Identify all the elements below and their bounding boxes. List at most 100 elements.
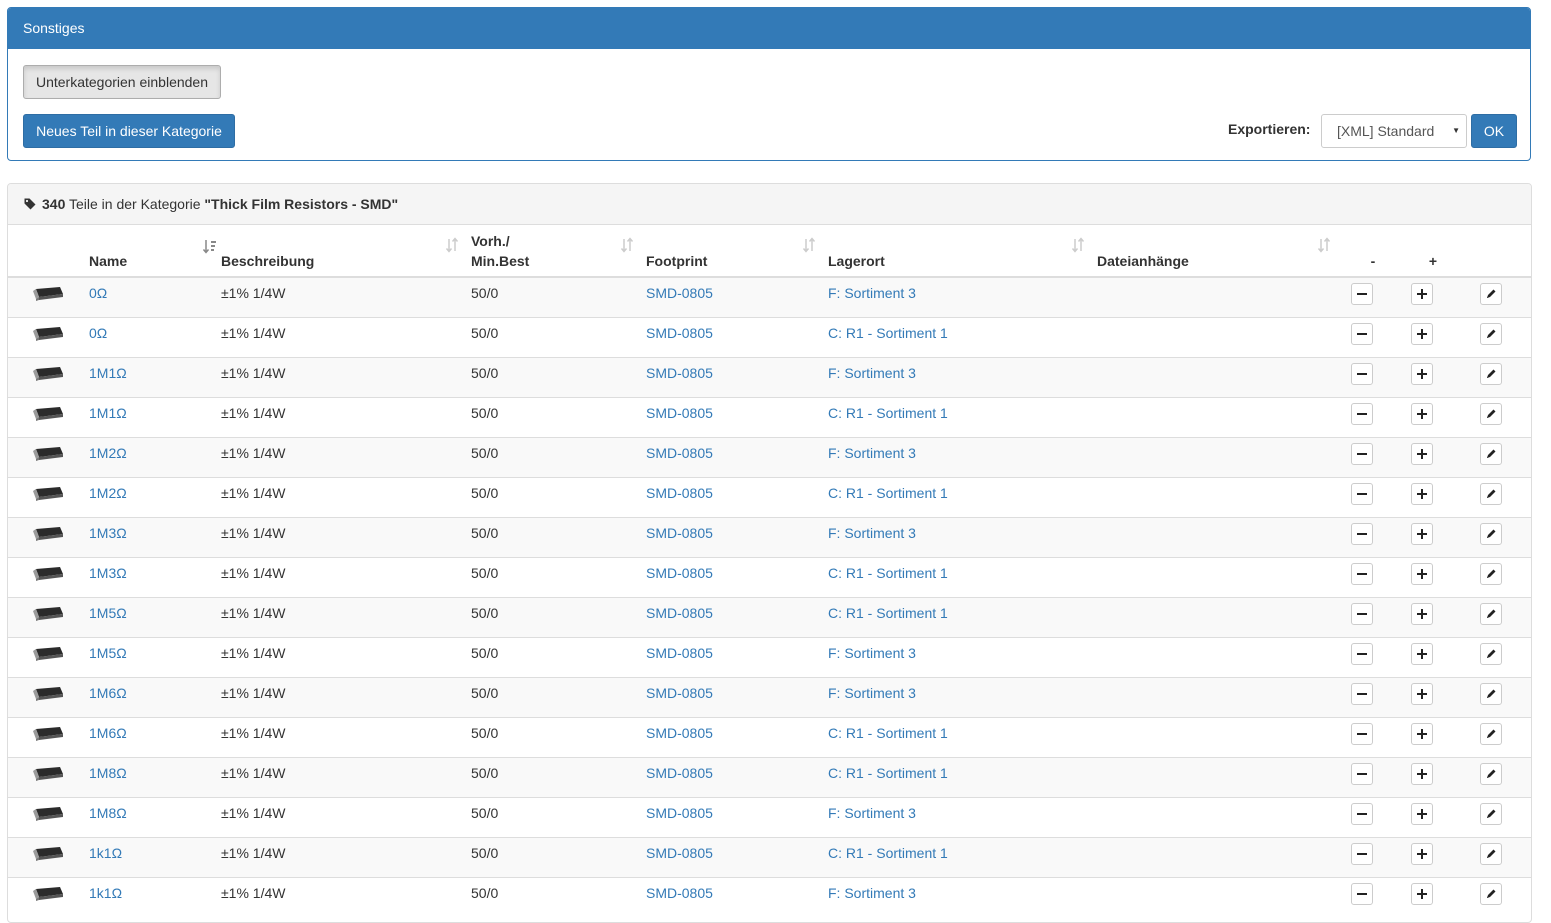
show-subcategories-button[interactable]: Unterkategorien einblenden [23, 65, 221, 99]
footprint-link[interactable]: SMD-0805 [646, 798, 828, 823]
edit-part-button[interactable] [1480, 322, 1502, 345]
decrease-stock-button[interactable] [1351, 322, 1373, 345]
edit-part-button[interactable] [1480, 522, 1502, 545]
increase-stock-button[interactable] [1411, 842, 1433, 865]
sort-icon[interactable] [620, 237, 634, 253]
edit-part-button[interactable] [1480, 842, 1502, 865]
location-link[interactable]: C: R1 - Sortiment 1 [828, 758, 1097, 783]
increase-stock-button[interactable] [1411, 722, 1433, 745]
smd-resistor-thumbnail[interactable] [32, 645, 64, 661]
smd-resistor-thumbnail[interactable] [32, 725, 64, 741]
increase-stock-button[interactable] [1411, 642, 1433, 665]
location-link[interactable]: F: Sortiment 3 [828, 438, 1097, 463]
location-link[interactable]: C: R1 - Sortiment 1 [828, 718, 1097, 743]
smd-resistor-thumbnail[interactable] [32, 685, 64, 701]
sort-alpha-icon[interactable] [203, 239, 217, 255]
footprint-link[interactable]: SMD-0805 [646, 478, 828, 503]
location-link[interactable]: C: R1 - Sortiment 1 [828, 838, 1097, 863]
smd-resistor-thumbnail[interactable] [32, 885, 64, 901]
part-name-link[interactable]: 1M8Ω [89, 798, 221, 823]
part-name-link[interactable]: 1M6Ω [89, 718, 221, 743]
increase-stock-button[interactable] [1411, 442, 1433, 465]
part-name-link[interactable]: 1M5Ω [89, 598, 221, 623]
footprint-link[interactable]: SMD-0805 [646, 438, 828, 463]
edit-part-button[interactable] [1480, 283, 1502, 305]
increase-stock-button[interactable] [1411, 362, 1433, 385]
decrease-stock-button[interactable] [1351, 762, 1373, 785]
increase-stock-button[interactable] [1411, 283, 1433, 305]
part-name-link[interactable]: 1k1Ω [89, 878, 221, 903]
decrease-stock-button[interactable] [1351, 362, 1373, 385]
location-link[interactable]: F: Sortiment 3 [828, 278, 1097, 303]
part-name-link[interactable]: 1M5Ω [89, 638, 221, 663]
edit-part-button[interactable] [1480, 562, 1502, 585]
edit-part-button[interactable] [1480, 442, 1502, 465]
location-link[interactable]: F: Sortiment 3 [828, 358, 1097, 383]
footprint-link[interactable]: SMD-0805 [646, 558, 828, 583]
edit-part-button[interactable] [1480, 402, 1502, 425]
part-name-link[interactable]: 1M1Ω [89, 358, 221, 383]
sort-icon[interactable] [802, 237, 816, 253]
smd-resistor-thumbnail[interactable] [32, 485, 64, 501]
location-link[interactable]: F: Sortiment 3 [828, 798, 1097, 823]
location-link[interactable]: F: Sortiment 3 [828, 518, 1097, 543]
footprint-link[interactable]: SMD-0805 [646, 358, 828, 383]
decrease-stock-button[interactable] [1351, 682, 1373, 705]
smd-resistor-thumbnail[interactable] [32, 405, 64, 421]
location-link[interactable]: C: R1 - Sortiment 1 [828, 318, 1097, 343]
increase-stock-button[interactable] [1411, 562, 1433, 585]
decrease-stock-button[interactable] [1351, 402, 1373, 425]
increase-stock-button[interactable] [1411, 482, 1433, 505]
edit-part-button[interactable] [1480, 722, 1502, 745]
footprint-link[interactable]: SMD-0805 [646, 718, 828, 743]
increase-stock-button[interactable] [1411, 802, 1433, 825]
smd-resistor-thumbnail[interactable] [32, 445, 64, 461]
location-link[interactable]: F: Sortiment 3 [828, 678, 1097, 703]
col-attachments[interactable]: Dateianhänge [1097, 225, 1343, 278]
decrease-stock-button[interactable] [1351, 522, 1373, 545]
part-name-link[interactable]: 1M3Ω [89, 518, 221, 543]
edit-part-button[interactable] [1480, 602, 1502, 625]
decrease-stock-button[interactable] [1351, 722, 1373, 745]
increase-stock-button[interactable] [1411, 882, 1433, 905]
increase-stock-button[interactable] [1411, 682, 1433, 705]
decrease-stock-button[interactable] [1351, 482, 1373, 505]
edit-part-button[interactable] [1480, 882, 1502, 905]
increase-stock-button[interactable] [1411, 522, 1433, 545]
increase-stock-button[interactable] [1411, 322, 1433, 345]
decrease-stock-button[interactable] [1351, 802, 1373, 825]
footprint-link[interactable]: SMD-0805 [646, 878, 828, 903]
edit-part-button[interactable] [1480, 762, 1502, 785]
part-name-link[interactable]: 1M3Ω [89, 558, 221, 583]
smd-resistor-thumbnail[interactable] [32, 845, 64, 861]
footprint-link[interactable]: SMD-0805 [646, 598, 828, 623]
smd-resistor-thumbnail[interactable] [32, 805, 64, 821]
part-name-link[interactable]: 1M2Ω [89, 438, 221, 463]
part-name-link[interactable]: 1M8Ω [89, 758, 221, 783]
export-format-select[interactable]: [XML] Standard ▼ [1321, 114, 1467, 148]
edit-part-button[interactable] [1480, 482, 1502, 505]
sort-icon[interactable] [445, 237, 459, 253]
decrease-stock-button[interactable] [1351, 562, 1373, 585]
smd-resistor-thumbnail[interactable] [32, 605, 64, 621]
smd-resistor-thumbnail[interactable] [32, 325, 64, 341]
increase-stock-button[interactable] [1411, 602, 1433, 625]
footprint-link[interactable]: SMD-0805 [646, 638, 828, 663]
col-footprint[interactable]: Footprint [646, 225, 828, 278]
footprint-link[interactable]: SMD-0805 [646, 518, 828, 543]
footprint-link[interactable]: SMD-0805 [646, 318, 828, 343]
decrease-stock-button[interactable] [1351, 842, 1373, 865]
edit-part-button[interactable] [1480, 362, 1502, 385]
col-stock[interactable]: Vorh./ Min.Best [471, 225, 646, 278]
part-name-link[interactable]: 1M2Ω [89, 478, 221, 503]
col-name[interactable]: Name [89, 225, 221, 278]
location-link[interactable]: C: R1 - Sortiment 1 [828, 558, 1097, 583]
footprint-link[interactable]: SMD-0805 [646, 838, 828, 863]
part-name-link[interactable]: 0Ω [89, 318, 221, 343]
edit-part-button[interactable] [1480, 642, 1502, 665]
edit-part-button[interactable] [1480, 802, 1502, 825]
smd-resistor-thumbnail[interactable] [32, 365, 64, 381]
location-link[interactable]: F: Sortiment 3 [828, 638, 1097, 663]
col-description[interactable]: Beschreibung [221, 225, 471, 278]
smd-resistor-thumbnail[interactable] [32, 285, 64, 301]
